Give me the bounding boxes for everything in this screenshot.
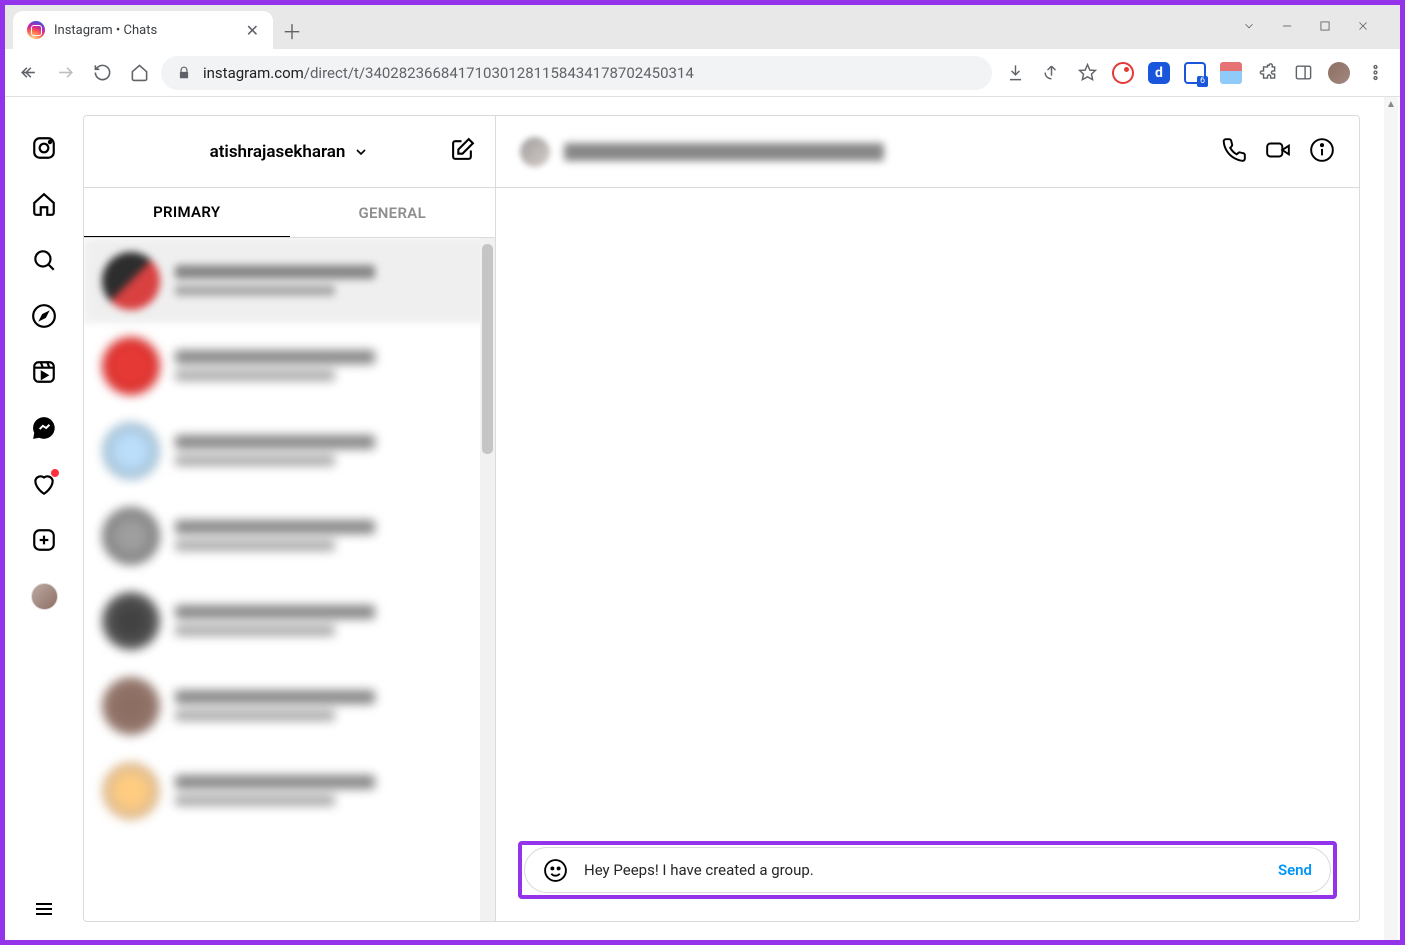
home-icon[interactable]	[130, 63, 149, 82]
messages-icon[interactable]	[31, 415, 57, 441]
chevron-down-icon[interactable]	[1242, 18, 1256, 37]
chevron-down-icon	[353, 144, 369, 160]
chat-item[interactable]	[84, 663, 495, 748]
inbox-header: atishrajasekharan	[84, 116, 495, 188]
lock-icon	[177, 66, 191, 80]
search-icon[interactable]	[31, 247, 57, 273]
chat-item[interactable]	[84, 408, 495, 493]
navigation-icons	[19, 63, 149, 82]
composer: Send	[524, 847, 1331, 893]
forward-icon[interactable]	[56, 63, 75, 82]
page-scrollbar[interactable]: ▲	[1384, 97, 1398, 940]
reload-icon[interactable]	[93, 63, 112, 82]
download-icon[interactable]	[1004, 62, 1026, 84]
explore-compass-icon[interactable]	[31, 303, 57, 329]
chat-list-scrollbar[interactable]	[480, 238, 495, 921]
back-icon[interactable]	[19, 63, 38, 82]
extensions-puzzle-icon[interactable]	[1256, 62, 1278, 84]
window-close-icon[interactable]	[1356, 18, 1370, 37]
url-field[interactable]: instagram.com/direct/t/34028236684171030…	[161, 56, 992, 90]
tab-primary[interactable]: PRIMARY	[84, 188, 290, 237]
more-hamburger-icon[interactable]	[31, 896, 57, 922]
maximize-icon[interactable]	[1318, 18, 1332, 37]
browser-tab[interactable]: Instagram • Chats ✕	[13, 11, 273, 49]
create-plus-icon[interactable]	[31, 527, 57, 553]
instagram-nav-rail	[5, 97, 83, 940]
conversation-body	[496, 188, 1359, 827]
side-panel-icon[interactable]	[1292, 62, 1314, 84]
extension-badge-icon[interactable]	[1184, 62, 1206, 84]
composer-wrap: Send	[496, 827, 1359, 921]
message-input[interactable]	[584, 861, 1262, 879]
reels-icon[interactable]	[31, 359, 57, 385]
conversation-title[interactable]	[564, 143, 884, 161]
inbox-tabs: PRIMARY GENERAL	[84, 188, 495, 238]
notifications-heart-icon[interactable]	[31, 471, 57, 497]
emoji-icon[interactable]	[543, 858, 568, 883]
share-icon[interactable]	[1040, 62, 1062, 84]
username-label: atishrajasekharan	[210, 142, 346, 162]
instagram-logo-icon[interactable]	[31, 135, 57, 161]
new-tab-button[interactable]: ＋	[277, 15, 307, 45]
video-call-icon[interactable]	[1265, 137, 1291, 167]
profile-avatar-icon[interactable]	[1328, 62, 1350, 84]
chat-item[interactable]	[84, 238, 495, 323]
conversation-header	[496, 116, 1359, 188]
chat-list	[84, 238, 495, 921]
inbox-column: atishrajasekharan PRIMARY GENERAL	[84, 116, 496, 921]
composer-highlight: Send	[518, 841, 1337, 899]
send-button[interactable]: Send	[1278, 861, 1312, 879]
audio-call-icon[interactable]	[1221, 137, 1247, 167]
bookmark-star-icon[interactable]	[1076, 62, 1098, 84]
home-nav-icon[interactable]	[31, 191, 57, 217]
extension-opera-icon[interactable]	[1112, 62, 1134, 84]
chat-item[interactable]	[84, 493, 495, 578]
instagram-favicon	[27, 21, 45, 39]
profile-avatar[interactable]	[31, 583, 58, 610]
scroll-up-icon[interactable]: ▲	[1384, 97, 1398, 112]
chat-item[interactable]	[84, 748, 495, 833]
tab-close-icon[interactable]: ✕	[246, 21, 259, 40]
page-content: atishrajasekharan PRIMARY GENERAL	[5, 97, 1400, 940]
conversation-avatar[interactable]	[520, 137, 550, 167]
window-controls	[1242, 5, 1392, 49]
tab-general[interactable]: GENERAL	[290, 188, 496, 237]
url-text: instagram.com/direct/t/34028236684171030…	[203, 64, 694, 82]
kebab-menu-icon[interactable]	[1364, 62, 1386, 84]
browser-chrome: Instagram • Chats ✕ ＋ instagram.com/dire…	[5, 5, 1400, 97]
tab-title: Instagram • Chats	[54, 23, 157, 38]
minimize-icon[interactable]	[1280, 18, 1294, 37]
chat-item[interactable]	[84, 578, 495, 663]
extension-d-icon[interactable]: d	[1148, 62, 1170, 84]
conversation-column: Send	[496, 116, 1359, 921]
extension-icons: d	[1004, 62, 1386, 84]
address-bar: instagram.com/direct/t/34028236684171030…	[5, 49, 1400, 97]
dm-panel: atishrajasekharan PRIMARY GENERAL	[83, 115, 1360, 922]
conversation-actions	[1221, 137, 1335, 167]
chat-item[interactable]	[84, 323, 495, 408]
tab-bar: Instagram • Chats ✕ ＋	[5, 5, 1400, 49]
account-switcher[interactable]: atishrajasekharan	[210, 142, 370, 162]
new-message-icon[interactable]	[450, 137, 475, 166]
info-icon[interactable]	[1309, 137, 1335, 167]
extension-glasses-icon[interactable]	[1220, 62, 1242, 84]
